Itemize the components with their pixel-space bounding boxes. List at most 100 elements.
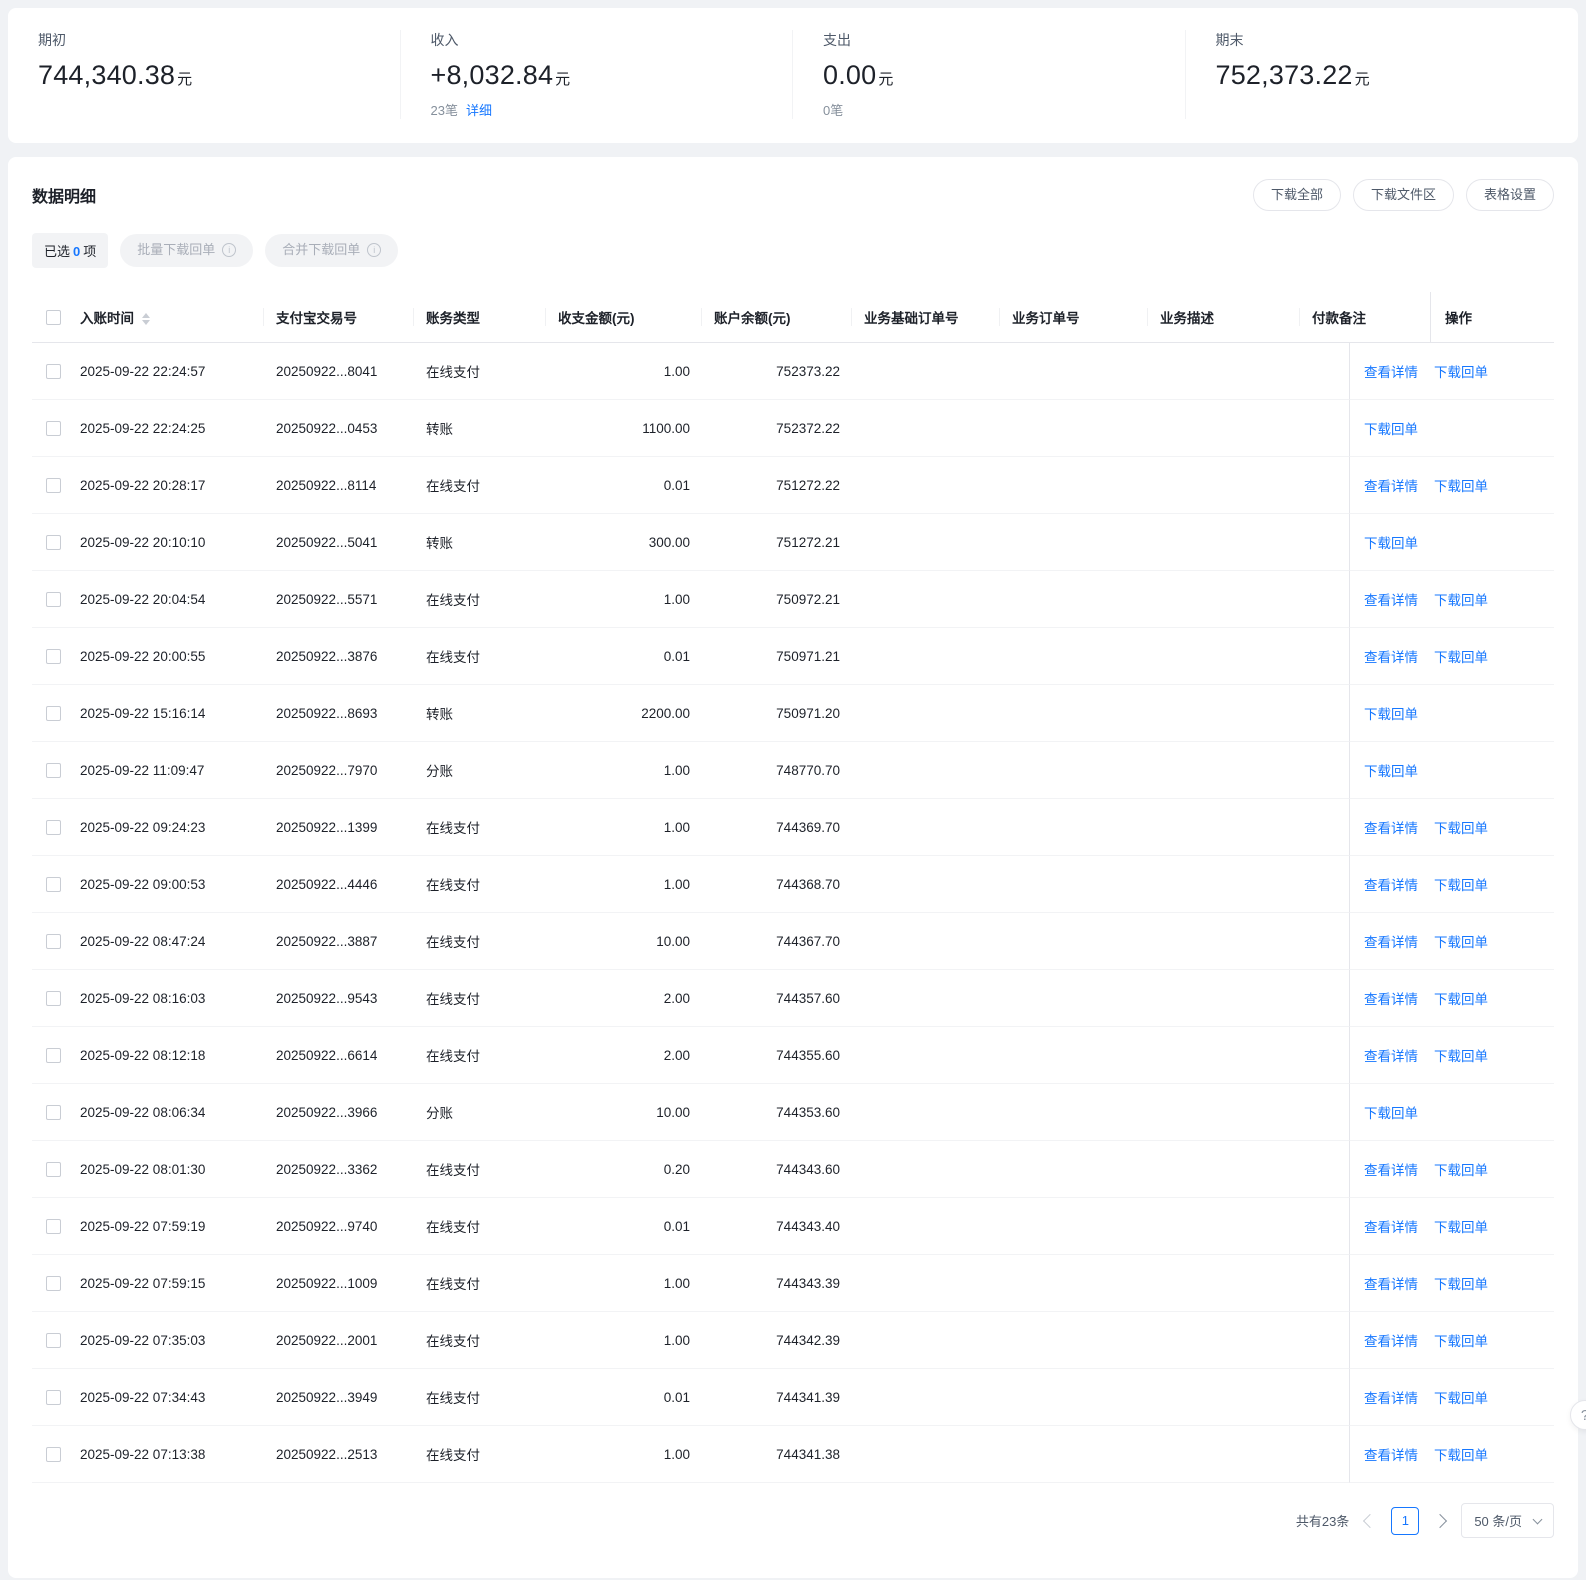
cell-desc bbox=[1148, 742, 1300, 799]
download-receipt-link[interactable]: 下载回单 bbox=[1434, 935, 1488, 950]
cell-order-no bbox=[1000, 1369, 1148, 1426]
download-receipt-link[interactable]: 下载回单 bbox=[1434, 1163, 1488, 1178]
cell-amount: 1100.00 bbox=[546, 400, 702, 457]
download-receipt-link[interactable]: 下载回单 bbox=[1434, 992, 1488, 1007]
view-details-link[interactable]: 查看详情 bbox=[1364, 1391, 1418, 1406]
row-checkbox[interactable] bbox=[46, 819, 61, 835]
download-filezone-button[interactable]: 下载文件区 bbox=[1352, 179, 1454, 211]
row-checkbox[interactable] bbox=[46, 762, 61, 778]
row-checkbox[interactable] bbox=[46, 876, 61, 892]
cell-base-order bbox=[852, 856, 1000, 913]
row-checkbox[interactable] bbox=[46, 1389, 61, 1405]
download-all-button[interactable]: 下载全部 bbox=[1252, 179, 1341, 211]
view-details-link[interactable]: 查看详情 bbox=[1364, 992, 1418, 1007]
cell-amount: 0.01 bbox=[546, 628, 702, 685]
row-checkbox[interactable] bbox=[46, 1332, 61, 1348]
view-details-link[interactable]: 查看详情 bbox=[1364, 1277, 1418, 1292]
cell-order-no bbox=[1000, 343, 1148, 400]
row-checkbox[interactable] bbox=[46, 363, 61, 379]
view-details-link[interactable]: 查看详情 bbox=[1364, 650, 1418, 665]
row-checkbox[interactable] bbox=[46, 420, 61, 436]
summary-item: 期末 752,373.22 元 bbox=[1186, 30, 1579, 119]
merge-download-receipts-button[interactable]: 合并下载回单 i bbox=[265, 234, 399, 267]
summary-detail-link[interactable]: 详细 bbox=[466, 100, 492, 119]
cell-base-order bbox=[852, 1084, 1000, 1141]
cell-txn: 20250922...5571 bbox=[264, 571, 414, 628]
cell-order-no bbox=[1000, 628, 1148, 685]
table-scroll-area[interactable]: 入账时间 支付宝交易号 账务类型 收支金额(元) 账户余额(元) 业务基础订单号… bbox=[32, 292, 1554, 1483]
row-checkbox[interactable] bbox=[46, 705, 61, 721]
download-receipt-link[interactable]: 下载回单 bbox=[1434, 821, 1488, 836]
row-checkbox[interactable] bbox=[46, 477, 61, 493]
row-checkbox[interactable] bbox=[46, 534, 61, 550]
row-checkbox[interactable] bbox=[46, 1275, 61, 1291]
download-receipt-link[interactable]: 下载回单 bbox=[1364, 536, 1418, 551]
cell-time: 2025-09-22 11:09:47 bbox=[68, 742, 264, 799]
download-receipt-link[interactable]: 下载回单 bbox=[1434, 1220, 1488, 1235]
view-details-link[interactable]: 查看详情 bbox=[1364, 1220, 1418, 1235]
download-receipt-link[interactable]: 下载回单 bbox=[1364, 764, 1418, 779]
view-details-link[interactable]: 查看详情 bbox=[1364, 1334, 1418, 1349]
sort-icon[interactable] bbox=[142, 313, 150, 326]
cell-actions: 下载回单 bbox=[1349, 742, 1554, 799]
row-checkbox[interactable] bbox=[46, 933, 61, 949]
cell-actions: 查看详情 下载回单 bbox=[1349, 799, 1554, 856]
row-checkbox[interactable] bbox=[46, 591, 61, 607]
cell-txn: 20250922...8041 bbox=[264, 343, 414, 400]
table-row: 2025-09-22 08:16:03 20250922...9543 在线支付… bbox=[32, 970, 1554, 1027]
row-checkbox[interactable] bbox=[46, 1218, 61, 1234]
download-receipt-link[interactable]: 下载回单 bbox=[1434, 878, 1488, 893]
page-size-select[interactable]: 50 条/页 bbox=[1461, 1503, 1554, 1538]
cell-base-order bbox=[852, 970, 1000, 1027]
batch-download-receipts-button[interactable]: 批量下载回单 i bbox=[120, 234, 254, 267]
current-page-button[interactable]: 1 bbox=[1391, 1506, 1420, 1535]
row-checkbox[interactable] bbox=[46, 990, 61, 1006]
view-details-link[interactable]: 查看详情 bbox=[1364, 821, 1418, 836]
cell-time: 2025-09-22 22:24:57 bbox=[68, 343, 264, 400]
download-receipt-link[interactable]: 下载回单 bbox=[1434, 1049, 1488, 1064]
view-details-link[interactable]: 查看详情 bbox=[1364, 1448, 1418, 1463]
download-receipt-link[interactable]: 下载回单 bbox=[1434, 1334, 1488, 1349]
cell-order-no bbox=[1000, 685, 1148, 742]
next-page-button[interactable] bbox=[1433, 1513, 1448, 1528]
download-receipt-link[interactable]: 下载回单 bbox=[1434, 365, 1488, 380]
download-receipt-link[interactable]: 下载回单 bbox=[1434, 1448, 1488, 1463]
view-details-link[interactable]: 查看详情 bbox=[1364, 365, 1418, 380]
download-receipt-link[interactable]: 下载回单 bbox=[1364, 422, 1418, 437]
view-details-link[interactable]: 查看详情 bbox=[1364, 935, 1418, 950]
col-header-type: 账务类型 bbox=[414, 292, 546, 343]
table-settings-button[interactable]: 表格设置 bbox=[1465, 179, 1554, 211]
cell-txn: 20250922...1399 bbox=[264, 799, 414, 856]
cell-base-order bbox=[852, 571, 1000, 628]
row-checkbox[interactable] bbox=[46, 648, 61, 664]
row-checkbox[interactable] bbox=[46, 1104, 61, 1120]
download-receipt-link[interactable]: 下载回单 bbox=[1434, 650, 1488, 665]
view-details-link[interactable]: 查看详情 bbox=[1364, 1049, 1418, 1064]
view-details-link[interactable]: 查看详情 bbox=[1364, 878, 1418, 893]
table-row: 2025-09-22 07:35:03 20250922...2001 在线支付… bbox=[32, 1312, 1554, 1369]
view-details-link[interactable]: 查看详情 bbox=[1364, 479, 1418, 494]
row-checkbox[interactable] bbox=[46, 1161, 61, 1177]
row-checkbox[interactable] bbox=[46, 1047, 61, 1063]
selected-count-chip: 已选 0 项 bbox=[32, 233, 109, 268]
select-all-checkbox[interactable] bbox=[46, 309, 61, 325]
detail-card: 数据明细 下载全部 下载文件区 表格设置 已选 0 项 批量下载回单 i 合并下载回… bbox=[8, 157, 1578, 1578]
cell-desc bbox=[1148, 628, 1300, 685]
view-details-link[interactable]: 查看详情 bbox=[1364, 1163, 1418, 1178]
prev-page-button[interactable] bbox=[1363, 1513, 1378, 1528]
row-checkbox-cell bbox=[32, 628, 68, 685]
cell-time: 2025-09-22 15:16:14 bbox=[68, 685, 264, 742]
col-header-base-order: 业务基础订单号 bbox=[852, 292, 1000, 343]
col-header-amount: 收支金额(元) bbox=[546, 292, 702, 343]
row-checkbox[interactable] bbox=[46, 1446, 61, 1462]
download-receipt-link[interactable]: 下载回单 bbox=[1364, 707, 1418, 722]
cell-time: 2025-09-22 20:00:55 bbox=[68, 628, 264, 685]
cell-time: 2025-09-22 08:16:03 bbox=[68, 970, 264, 1027]
download-receipt-link[interactable]: 下载回单 bbox=[1434, 1277, 1488, 1292]
download-receipt-link[interactable]: 下载回单 bbox=[1434, 479, 1488, 494]
download-receipt-link[interactable]: 下载回单 bbox=[1364, 1106, 1418, 1121]
view-details-link[interactable]: 查看详情 bbox=[1364, 593, 1418, 608]
col-header-time[interactable]: 入账时间 bbox=[68, 292, 264, 343]
download-receipt-link[interactable]: 下载回单 bbox=[1434, 593, 1488, 608]
download-receipt-link[interactable]: 下载回单 bbox=[1434, 1391, 1488, 1406]
